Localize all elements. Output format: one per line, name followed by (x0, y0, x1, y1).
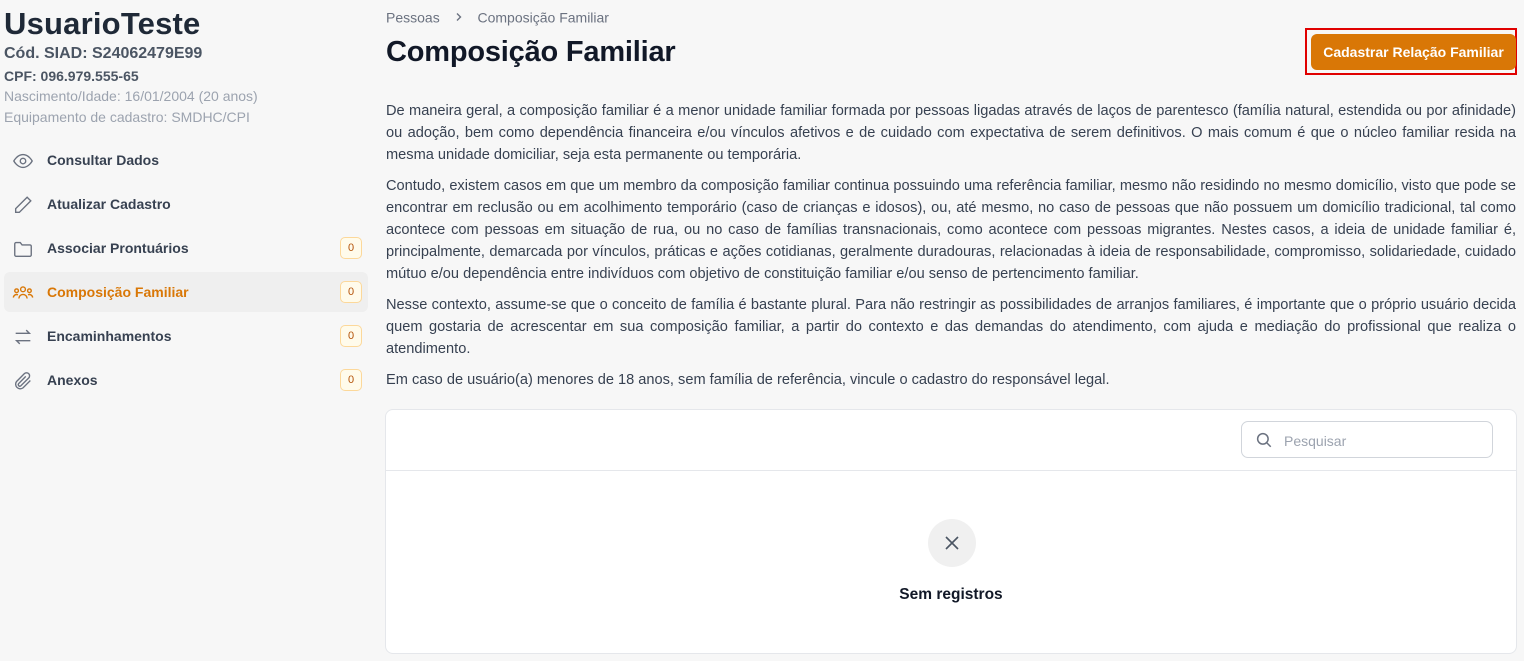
pencil-icon (12, 194, 34, 216)
breadcrumb-link-pessoas[interactable]: Pessoas (386, 9, 440, 25)
sidebar-item-label: Atualizar Cadastro (47, 196, 171, 212)
sidebar-item-anexos[interactable]: Anexos 0 (4, 360, 368, 400)
sidebar-item-encaminhamentos[interactable]: Encaminhamentos 0 (4, 316, 368, 356)
folder-icon (12, 238, 34, 260)
description-text: De maneira geral, a composição familiar … (386, 100, 1516, 400)
sidebar-item-label: Encaminhamentos (47, 328, 172, 344)
close-icon (928, 519, 976, 567)
user-birth-age: Nascimento/Idade: 16/01/2004 (20 anos) (4, 88, 258, 104)
page-title: Composição Familiar (386, 36, 676, 68)
breadcrumb-current: Composição Familiar (477, 9, 609, 26)
search-icon (1256, 432, 1272, 448)
sidebar-item-label: Anexos (47, 372, 98, 388)
count-badge: 0 (340, 237, 362, 259)
family-icon (12, 282, 34, 304)
user-siad-code: Cód. SIAD: S24062479E99 (4, 45, 203, 62)
table-toolbar (386, 410, 1516, 471)
count-badge: 0 (340, 369, 362, 391)
eye-icon (12, 150, 34, 172)
search-box[interactable] (1241, 421, 1493, 458)
table-card: Sem registros (385, 409, 1517, 654)
paragraph: Em caso de usuário(a) menores de 18 anos… (386, 372, 1110, 388)
sidebar-menu: Consultar Dados Atualizar Cadastro Assoc… (4, 140, 368, 404)
sidebar-item-atualizar-cadastro[interactable]: Atualizar Cadastro (4, 184, 368, 224)
breadcrumb: Pessoas Composição Familiar (386, 8, 609, 25)
cadastrar-relacao-familiar-button[interactable]: Cadastrar Relação Familiar (1311, 34, 1516, 70)
sidebar-item-label: Associar Prontuários (47, 240, 189, 256)
sidebar-item-associar-prontuarios[interactable]: Associar Prontuários 0 (4, 228, 368, 268)
user-name: UsuarioTeste (4, 6, 201, 41)
sidebar-item-composicao-familiar[interactable]: Composição Familiar 0 (4, 272, 368, 312)
sidebar: UsuarioTeste Cód. SIAD: S24062479E99 CPF… (0, 0, 372, 661)
arrows-exchange-icon (12, 326, 34, 348)
sidebar-item-consultar-dados[interactable]: Consultar Dados (4, 140, 368, 180)
user-cpf: CPF: 096.979.555-65 (4, 68, 139, 84)
empty-state-text: Sem registros (899, 586, 1003, 603)
sidebar-item-label: Consultar Dados (47, 152, 160, 168)
chevron-right-icon (454, 10, 464, 25)
user-equipment: Equipamento de cadastro: SMDHC/CPI (4, 109, 250, 125)
paperclip-icon (12, 370, 34, 392)
count-badge: 0 (340, 325, 362, 347)
count-badge: 0 (340, 281, 362, 303)
search-input[interactable] (1282, 430, 1486, 452)
paragraph: Nesse contexto, assume-se que o conceito… (386, 297, 1516, 357)
paragraph: Contudo, existem casos em que um membro … (386, 178, 1516, 282)
paragraph: De maneira geral, a composição familiar … (386, 103, 1516, 163)
sidebar-item-label: Composição Familiar (47, 284, 189, 300)
